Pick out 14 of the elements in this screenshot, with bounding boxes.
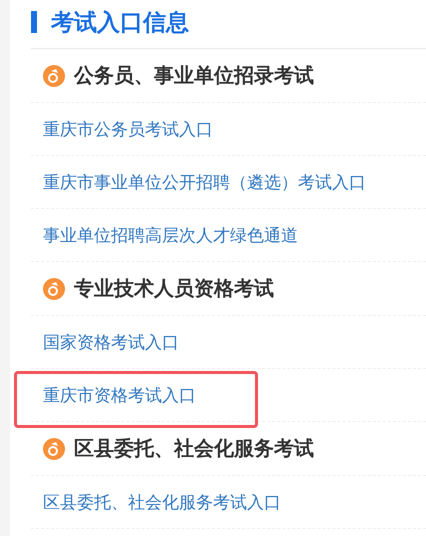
title-accent-bar xyxy=(31,11,37,33)
exam-link[interactable]: 国家资格考试入口 xyxy=(43,330,179,354)
medal-icon xyxy=(43,278,65,300)
exam-link[interactable]: 区县委托、社会化服务考试入口 xyxy=(43,490,281,514)
exam-link[interactable]: 重庆市公务员考试入口 xyxy=(43,118,213,140)
medal-icon xyxy=(43,64,65,86)
exam-link[interactable]: 事业单位招聘高层次人才绿色通道 xyxy=(43,224,298,246)
category-heading: 专业技术人员资格考试 xyxy=(74,275,274,302)
category-heading: 区县委托、社会化服务考试 xyxy=(74,435,314,462)
medal-icon xyxy=(43,438,65,460)
exam-link[interactable]: 重庆市事业单位公开招聘（遴选）考试入口 xyxy=(43,170,366,194)
category-heading: 公务员、事业单位招录考试 xyxy=(74,62,314,89)
section-title: 考试入口信息 xyxy=(51,8,189,38)
exam-link[interactable]: 重庆市资格考试入口 xyxy=(43,384,196,406)
